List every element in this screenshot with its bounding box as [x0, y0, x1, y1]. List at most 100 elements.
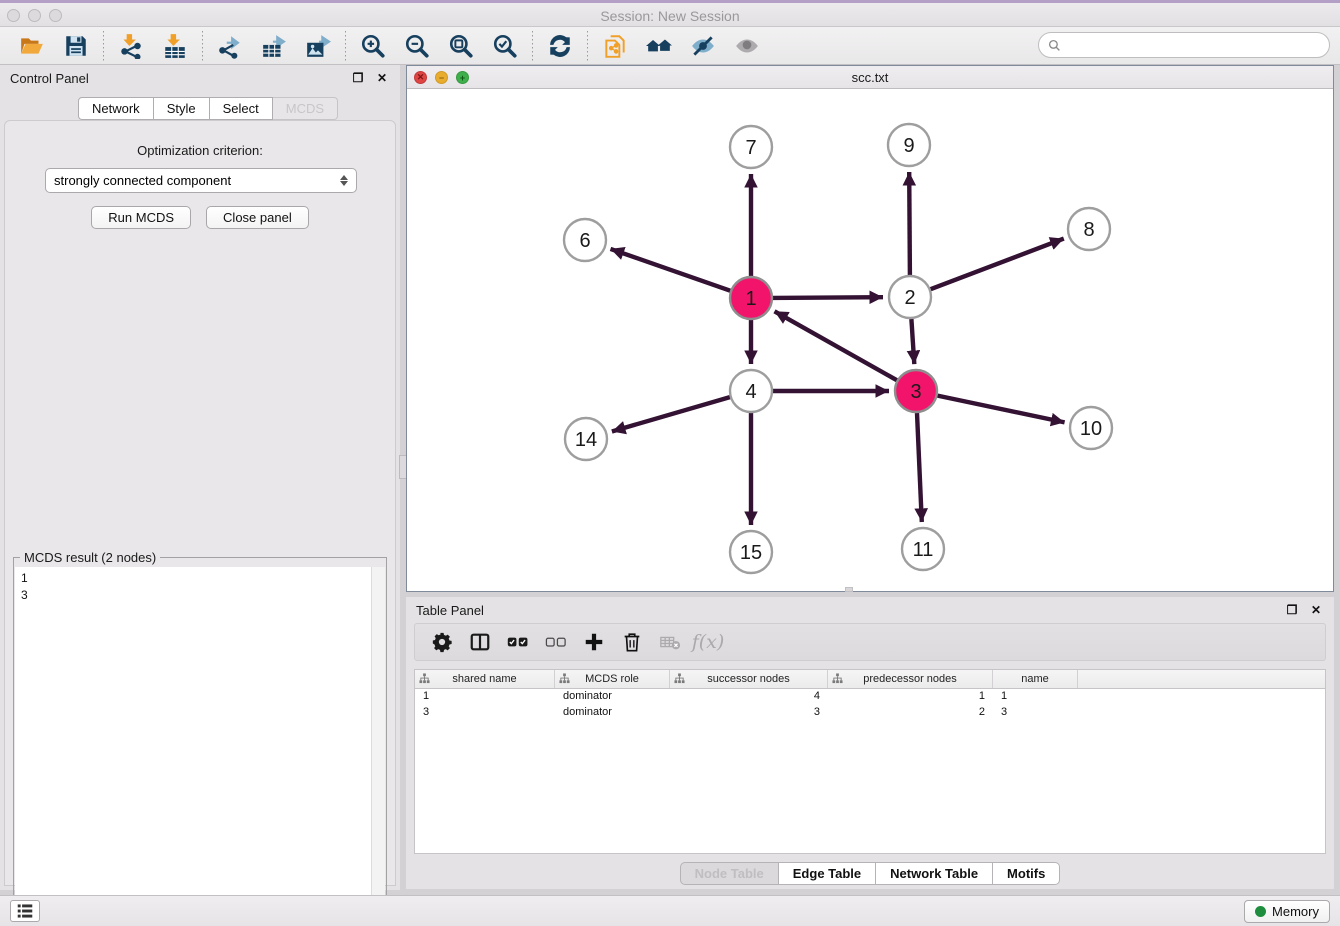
tab-mcds[interactable]: MCDS — [273, 97, 338, 120]
add-column-icon[interactable] — [579, 629, 609, 655]
table-tabs: Node TableEdge TableNetwork TableMotifs — [406, 862, 1334, 885]
close-panel-button[interactable]: Close panel — [206, 206, 309, 229]
node-2[interactable]: 2 — [889, 276, 931, 318]
node-14[interactable]: 14 — [565, 418, 607, 460]
edge-2-9[interactable] — [909, 172, 910, 275]
column-header-predecessor-nodes[interactable]: predecessor nodes — [828, 670, 993, 688]
table-float-window-icon[interactable]: ❐ — [1284, 602, 1300, 618]
node-3[interactable]: 3 — [895, 370, 937, 412]
tab-motifs[interactable]: Motifs — [993, 862, 1060, 885]
node-7[interactable]: 7 — [730, 126, 772, 168]
memory-button[interactable]: Memory — [1244, 900, 1330, 923]
edge-3-1[interactable] — [775, 311, 897, 380]
edge-2-3[interactable] — [911, 319, 914, 364]
hide-selected-icon[interactable] — [688, 31, 718, 61]
export-network-icon[interactable] — [215, 31, 245, 61]
attribute-type-icon — [674, 673, 685, 687]
node-4[interactable]: 4 — [730, 370, 772, 412]
edge-4-14[interactable] — [612, 397, 730, 431]
zoom-selected-icon[interactable] — [490, 31, 520, 61]
node-8[interactable]: 8 — [1068, 208, 1110, 250]
table-close-panel-icon[interactable]: ✕ — [1308, 602, 1324, 618]
svg-text:6: 6 — [579, 230, 590, 252]
table-cell[interactable]: 1 — [828, 689, 993, 705]
delete-table-icon — [655, 629, 685, 655]
table-cell[interactable]: 2 — [828, 705, 993, 721]
refresh-layout-icon[interactable] — [545, 31, 575, 61]
edge-3-10[interactable] — [938, 396, 1065, 423]
deselect-all-icon[interactable] — [541, 629, 571, 655]
settings-icon[interactable] — [427, 629, 457, 655]
network-canvas[interactable]: 7 9 6 8 1 2 4 3 14 10 15 11 — [407, 89, 1333, 591]
tab-style[interactable]: Style — [154, 97, 210, 120]
tab-node-table[interactable]: Node Table — [680, 862, 779, 885]
zoom-out-icon[interactable] — [402, 31, 432, 61]
node-6[interactable]: 6 — [564, 219, 606, 261]
delete-column-icon[interactable] — [617, 629, 647, 655]
tab-edge-table[interactable]: Edge Table — [779, 862, 876, 885]
node-table: shared nameMCDS rolesuccessor nodesprede… — [414, 669, 1326, 854]
svg-text:2: 2 — [904, 287, 915, 309]
export-image-icon[interactable] — [303, 31, 333, 61]
mcds-result-list[interactable]: 1 3 — [15, 567, 371, 926]
float-window-icon[interactable]: ❐ — [350, 70, 366, 86]
table-cell[interactable]: 3 — [670, 705, 828, 721]
edge-1-2[interactable] — [773, 297, 883, 298]
table-cell[interactable]: 4 — [670, 689, 828, 705]
select-all-icon[interactable] — [503, 629, 533, 655]
table-cell[interactable]: 3 — [993, 705, 1078, 721]
tab-network-table[interactable]: Network Table — [876, 862, 993, 885]
node-15[interactable]: 15 — [730, 531, 772, 573]
network-window-titlebar[interactable]: ✕ − + scc.txt — [407, 66, 1333, 89]
node-9[interactable]: 9 — [888, 124, 930, 166]
svg-text:9: 9 — [903, 135, 914, 157]
column-header-successor-nodes[interactable]: successor nodes — [670, 670, 828, 688]
table-row[interactable]: 3dominator323 — [415, 705, 1325, 721]
table-cell[interactable]: 1 — [415, 689, 555, 705]
import-table-icon[interactable] — [160, 31, 190, 61]
criterion-dropdown[interactable]: strongly connected component — [45, 168, 357, 193]
dropdown-stepper-icon — [340, 175, 348, 186]
attribute-type-icon — [832, 673, 843, 687]
split-view-icon[interactable] — [465, 629, 495, 655]
close-panel-icon[interactable]: ✕ — [374, 70, 390, 86]
clone-network-icon[interactable] — [600, 31, 630, 61]
open-file-icon[interactable] — [17, 31, 47, 61]
show-all-icon[interactable] — [732, 31, 762, 61]
table-cell[interactable]: 1 — [993, 689, 1078, 705]
edge-3-11[interactable] — [917, 413, 922, 522]
result-scrollbar[interactable] — [371, 567, 385, 926]
column-header-name[interactable]: name — [993, 670, 1078, 688]
tab-network[interactable]: Network — [78, 97, 154, 120]
save-session-icon[interactable] — [61, 31, 91, 61]
search-box[interactable] — [1038, 32, 1330, 58]
edge-2-8[interactable] — [931, 239, 1064, 290]
zoom-in-icon[interactable] — [358, 31, 388, 61]
table-cell[interactable]: dominator — [555, 705, 670, 721]
node-1[interactable]: 1 — [730, 277, 772, 319]
tab-select[interactable]: Select — [210, 97, 273, 120]
column-header-shared-name[interactable]: shared name — [415, 670, 555, 688]
table-panel-title: Table Panel — [416, 603, 1276, 618]
search-icon — [1048, 39, 1061, 52]
control-panel-tabs: NetworkStyleSelectMCDS — [78, 97, 338, 120]
window-resize-grip[interactable] — [845, 587, 853, 592]
svg-text:4: 4 — [745, 381, 756, 403]
table-row[interactable]: 1dominator411 — [415, 689, 1325, 705]
table-cell[interactable]: dominator — [555, 689, 670, 705]
import-network-icon[interactable] — [116, 31, 146, 61]
export-table-icon[interactable] — [259, 31, 289, 61]
node-10[interactable]: 10 — [1070, 407, 1112, 449]
run-mcds-button[interactable]: Run MCDS — [91, 206, 191, 229]
column-header-MCDS-role[interactable]: MCDS role — [555, 670, 670, 688]
node-11[interactable]: 11 — [902, 528, 944, 570]
memory-label: Memory — [1272, 904, 1319, 919]
task-history-button[interactable] — [10, 900, 40, 922]
home-layout-icon[interactable] — [644, 31, 674, 61]
search-input[interactable] — [1066, 38, 1329, 53]
svg-text:11: 11 — [913, 539, 934, 561]
edge-1-6[interactable] — [611, 249, 731, 291]
table-cell[interactable]: 3 — [415, 705, 555, 721]
svg-text:3: 3 — [910, 381, 921, 403]
zoom-fit-icon[interactable] — [446, 31, 476, 61]
